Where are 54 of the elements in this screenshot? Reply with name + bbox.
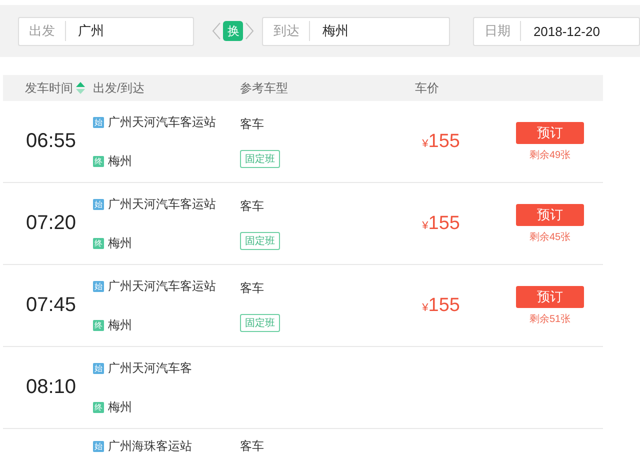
chevron-left-icon[interactable] — [212, 22, 222, 40]
departure-station: 广州天河汽车客运站 — [108, 278, 216, 294]
remaining-seats: 剩余51张 — [529, 312, 571, 326]
arrival-station: 梅州 — [108, 316, 132, 334]
departure-time: 06:55 — [26, 130, 76, 153]
start-badge: 始 — [93, 441, 104, 452]
ticket-price: ¥155 — [422, 294, 460, 316]
end-badge: 终 — [93, 402, 104, 412]
vehicle-type: 客车 — [240, 116, 264, 132]
date-field[interactable]: 日期 2018-12-20 — [473, 16, 640, 46]
schedule-tag: 固定班 — [240, 150, 280, 168]
book-button[interactable]: 预订 — [516, 286, 584, 308]
departure-time: 07:45 — [26, 294, 76, 317]
arrival-field[interactable]: 到达 梅州 — [262, 16, 450, 46]
arrival-station: 梅州 — [108, 234, 132, 252]
departure-station: 广州天河汽车客运站 — [108, 114, 216, 130]
start-badge: 始 — [93, 116, 104, 128]
remaining-seats: 剩余49张 — [529, 148, 571, 162]
field-value: 广州 — [77, 22, 104, 40]
column-header[interactable]: 出发/到达 — [93, 80, 144, 94]
departure-time: 08:10 — [26, 376, 76, 399]
departure-time: 07:20 — [26, 212, 76, 235]
book-button[interactable]: 预订 — [516, 122, 584, 144]
field-value: 2018-12-20 — [532, 24, 600, 38]
column-header[interactable]: 发车时间 — [25, 80, 73, 96]
vehicle-type: 客车 — [240, 280, 264, 296]
chevron-right-icon[interactable] — [245, 22, 254, 40]
arrival-station: 梅州 — [108, 152, 132, 170]
column-header[interactable]: 车价 — [415, 80, 439, 94]
book-button[interactable]: 预订 — [516, 204, 584, 226]
start-badge: 始 — [93, 198, 104, 210]
end-badge: 终 — [93, 156, 104, 166]
departure-station: 广州天河汽车客 — [108, 360, 192, 376]
column-header[interactable]: 参考车型 — [240, 80, 288, 94]
schedule-tag: 固定班 — [240, 232, 280, 250]
field-label: 到达 — [263, 21, 310, 41]
sort-icon[interactable] — [76, 82, 85, 94]
end-badge: 终 — [93, 238, 104, 248]
field-label: 日期 — [474, 21, 522, 41]
ticket-price: ¥155 — [422, 212, 460, 234]
start-badge: 始 — [93, 362, 104, 374]
vehicle-type: 客车 — [240, 438, 264, 454]
departure-station: 广州天河汽车客运站 — [108, 196, 216, 212]
field-label: 出发 — [19, 21, 66, 41]
schedule-tag: 固定班 — [240, 314, 280, 332]
end-badge: 终 — [93, 320, 104, 330]
vehicle-type: 客车 — [240, 198, 264, 214]
remaining-seats: 剩余45张 — [529, 230, 571, 244]
ticket-price: ¥155 — [422, 130, 460, 152]
arrival-station: 梅州 — [108, 398, 132, 416]
departure-field[interactable]: 出发 广州 — [18, 16, 194, 46]
start-badge: 始 — [93, 280, 104, 292]
departure-station: 广州海珠客运站 — [108, 438, 192, 454]
field-value: 梅州 — [321, 22, 348, 40]
